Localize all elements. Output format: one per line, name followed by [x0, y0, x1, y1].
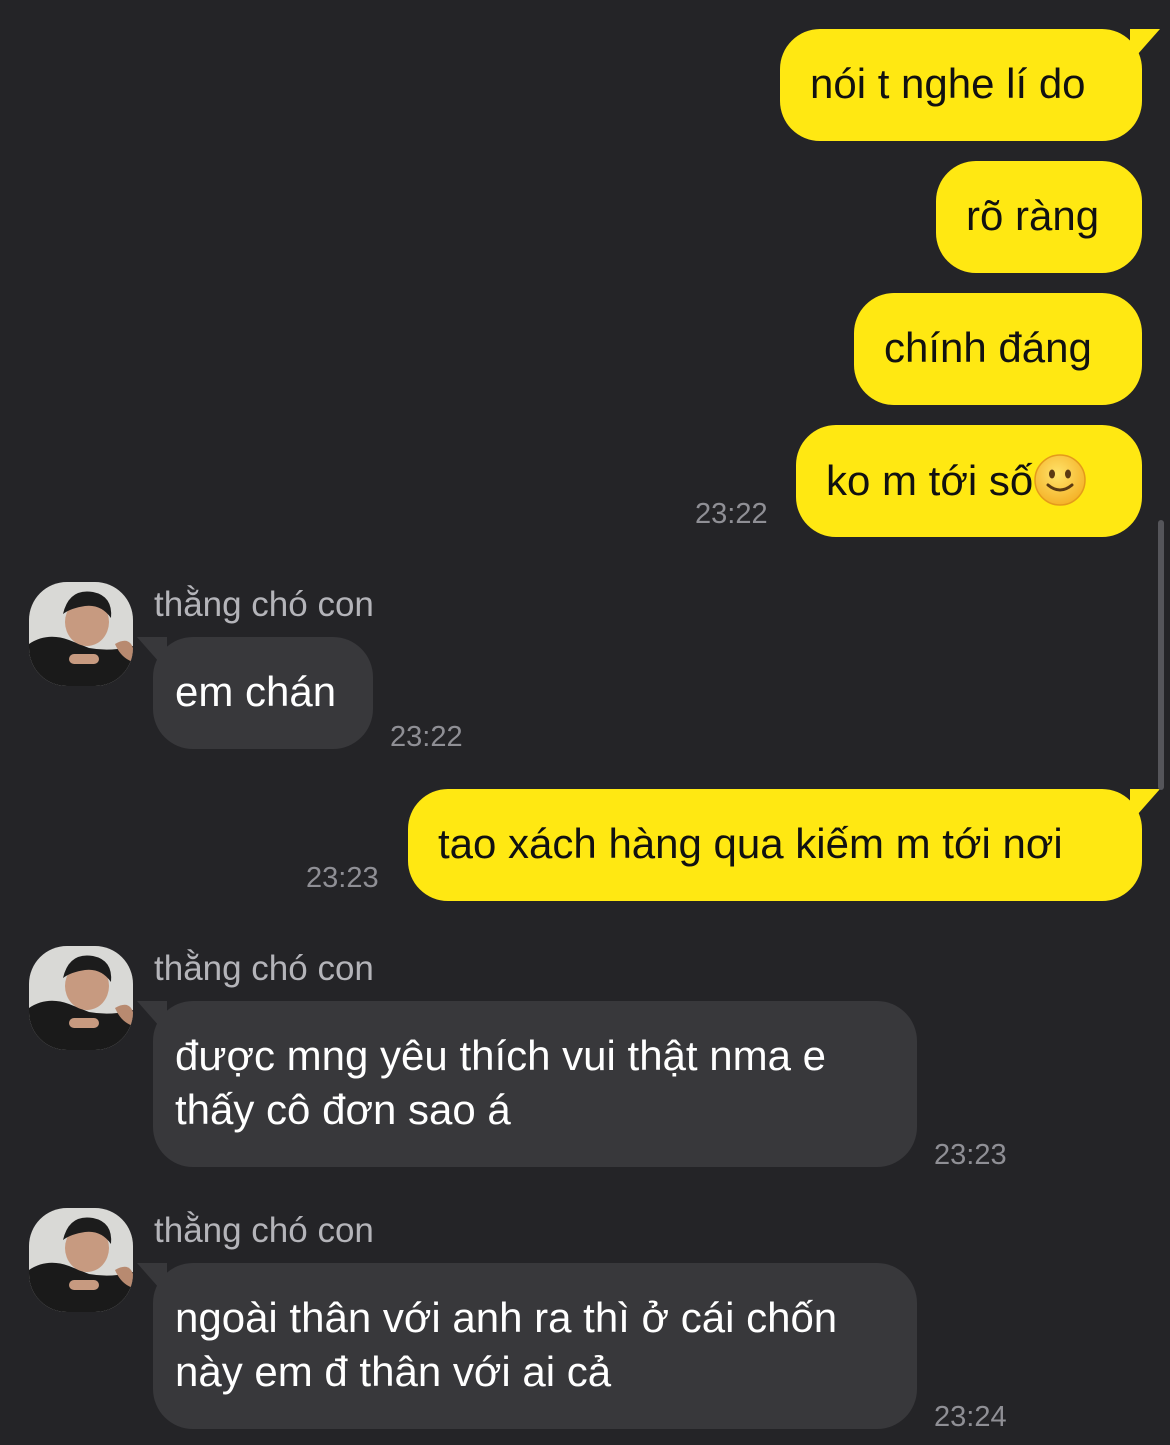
outgoing-message[interactable]: tao xách hàng qua kiếm m tới nơi	[408, 789, 1160, 901]
incoming-message[interactable]: ngoài thân với anh ra thì ở cái chốn này…	[137, 1263, 917, 1429]
message-text: chính đáng	[884, 324, 1092, 371]
sender-name: thằng chó con	[154, 1211, 374, 1250]
bubble-tail	[1130, 789, 1160, 823]
message-text: được mng yêu thích vui thật nma e thấy c…	[175, 1032, 826, 1133]
message-timestamp: 23:23	[934, 1139, 1007, 1171]
outgoing-message[interactable]: nói t nghe lí do	[780, 29, 1160, 141]
slightly-smiling-face-emoji-icon	[1033, 453, 1087, 507]
outgoing-message[interactable]: chính đáng	[854, 293, 1142, 405]
sender-name: thằng chó con	[154, 585, 374, 624]
message-text: tao xách hàng qua kiếm m tới nơi	[438, 820, 1063, 867]
contact-avatar[interactable]	[29, 1208, 133, 1312]
outgoing-message[interactable]: rõ ràng	[936, 161, 1142, 273]
message-text: rõ ràng	[966, 192, 1100, 239]
incoming-message[interactable]: em chán	[137, 637, 373, 749]
contact-avatar[interactable]	[29, 582, 133, 686]
message-text: ko m tới số	[826, 457, 1034, 504]
message-timestamp: 23:23	[306, 862, 379, 894]
contact-avatar[interactable]	[29, 946, 133, 1050]
message-text: ngoài thân với anh ra thì ở cái chốn này…	[175, 1294, 838, 1395]
message-text: em chán	[175, 668, 337, 715]
bubble-tail	[137, 1263, 167, 1297]
message-text: nói t nghe lí do	[810, 60, 1086, 107]
bubble-tail	[137, 637, 167, 671]
message-timestamp: 23:24	[934, 1401, 1007, 1433]
sender-name: thằng chó con	[154, 949, 374, 988]
incoming-message[interactable]: được mng yêu thích vui thật nma e thấy c…	[137, 1001, 917, 1167]
bubble-tail	[1130, 29, 1160, 63]
message-timestamp: 23:22	[695, 498, 768, 530]
message-timestamp: 23:22	[390, 721, 463, 753]
scrollbar[interactable]	[1158, 520, 1164, 790]
bubble-tail	[137, 1001, 167, 1035]
outgoing-message[interactable]: ko m tới số	[796, 425, 1142, 537]
